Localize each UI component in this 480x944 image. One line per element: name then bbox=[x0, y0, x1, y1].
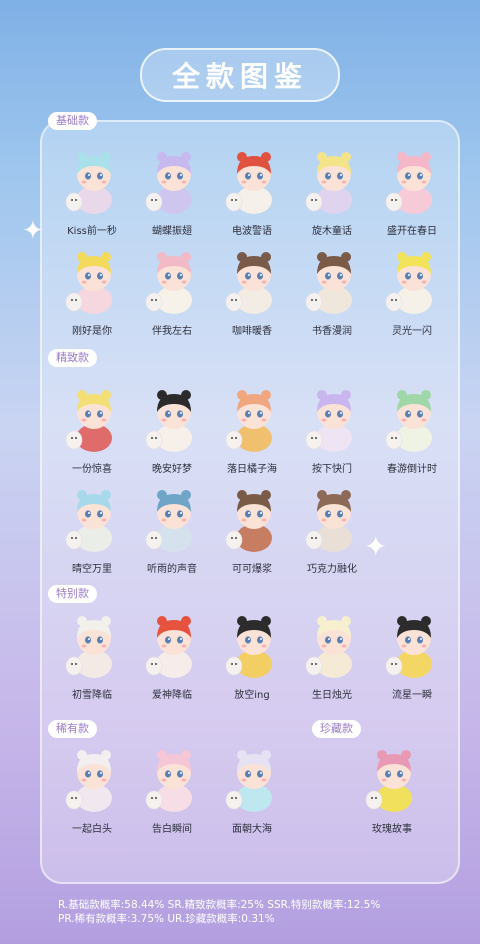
sparkle-icon: ✦ bbox=[22, 216, 44, 246]
figure-image bbox=[305, 616, 352, 678]
figure-name: 书香漫润 bbox=[312, 326, 352, 337]
figure-name: 玫瑰故事 bbox=[372, 824, 412, 835]
figure-card: 告白瞬间 bbox=[132, 742, 212, 842]
section-tag-basic: 基础款 bbox=[48, 112, 97, 130]
figure-image bbox=[65, 616, 112, 678]
figure-name: 落日橘子海 bbox=[227, 464, 277, 475]
figure-image bbox=[145, 152, 192, 214]
figure-card: 可可爆浆 bbox=[212, 482, 292, 582]
figure-card: 书香漫润 bbox=[292, 244, 372, 344]
figure-name: 告白瞬间 bbox=[152, 824, 192, 835]
figure-card: 流星一瞬 bbox=[372, 608, 452, 708]
figure-name: 一份惊喜 bbox=[72, 464, 112, 475]
figure-image bbox=[145, 750, 192, 812]
figure-image bbox=[305, 490, 352, 552]
figure-card: 晴空万里 bbox=[52, 482, 132, 582]
figure-image bbox=[225, 152, 272, 214]
figure-image bbox=[145, 390, 192, 452]
figure-name: 咖啡暖香 bbox=[232, 326, 272, 337]
section-tag-treasure: 珍藏款 bbox=[312, 720, 361, 738]
figure-card: 面朝大海 bbox=[212, 742, 292, 842]
probability-line: PR.稀有款概率:3.75% UR.珍藏款概率:0.31% bbox=[58, 913, 275, 925]
figure-name: 灵光一闪 bbox=[392, 326, 432, 337]
probability-info: R.基础款概率:58.44% SR.精致款概率:25% SSR.特别款概率:12… bbox=[58, 898, 478, 926]
figure-image bbox=[225, 616, 272, 678]
figure-card: 咖啡暖香 bbox=[212, 244, 292, 344]
figure-card: 初雪降临 bbox=[52, 608, 132, 708]
figure-card: 落日橘子海 bbox=[212, 382, 292, 482]
figure-name: 蝴蝶振翅 bbox=[152, 226, 192, 237]
section-tag-rare: 稀有款 bbox=[48, 720, 97, 738]
probability-line: R.基础款概率:58.44% SR.精致款概率:25% SSR.特别款概率:12… bbox=[58, 899, 381, 911]
figure-card: 巧克力融化 bbox=[292, 482, 372, 582]
figure-name: 晴空万里 bbox=[72, 564, 112, 575]
figure-name: 生日烛光 bbox=[312, 690, 352, 701]
figure-name: 电波警语 bbox=[232, 226, 272, 237]
figure-image bbox=[385, 252, 432, 314]
figure-card: 刚好是你 bbox=[52, 244, 132, 344]
figure-card: 一份惊喜 bbox=[52, 382, 132, 482]
figure-name: 巧克力融化 bbox=[307, 564, 357, 575]
page-title: 全款图鉴 bbox=[140, 48, 340, 102]
figure-image bbox=[225, 750, 272, 812]
figure-image bbox=[305, 152, 352, 214]
figure-image bbox=[385, 390, 432, 452]
figure-image bbox=[305, 252, 352, 314]
figure-image bbox=[65, 152, 112, 214]
figure-card: 生日烛光 bbox=[292, 608, 372, 708]
figure-card: Kiss前一秒 bbox=[52, 144, 132, 244]
figure-card: 玫瑰故事 bbox=[352, 742, 432, 842]
figure-image bbox=[225, 252, 272, 314]
figure-card: 听雨的声音 bbox=[132, 482, 212, 582]
figure-image bbox=[225, 490, 272, 552]
figure-image bbox=[65, 390, 112, 452]
figure-card: 伴我左右 bbox=[132, 244, 212, 344]
figure-image bbox=[145, 490, 192, 552]
figure-image bbox=[65, 750, 112, 812]
figure-card: 蝴蝶振翅 bbox=[132, 144, 212, 244]
figure-image bbox=[145, 616, 192, 678]
figure-image bbox=[145, 252, 192, 314]
figure-name: 面朝大海 bbox=[232, 824, 272, 835]
figure-image bbox=[305, 390, 352, 452]
figure-image bbox=[385, 616, 432, 678]
figure-name: 爱神降临 bbox=[152, 690, 192, 701]
section-tag-fine: 精致款 bbox=[48, 349, 97, 367]
figure-name: 春游倒计时 bbox=[387, 464, 437, 475]
figure-name: 刚好是你 bbox=[72, 326, 112, 337]
figure-card: 爱神降临 bbox=[132, 608, 212, 708]
figure-name: 可可爆浆 bbox=[232, 564, 272, 575]
figure-name: 旋木童话 bbox=[312, 226, 352, 237]
figure-name: 初雪降临 bbox=[72, 690, 112, 701]
section-tag-special: 特别款 bbox=[48, 585, 97, 603]
figure-name: 晚安好梦 bbox=[152, 464, 192, 475]
figure-card: 旋木童话 bbox=[292, 144, 372, 244]
figure-card: 电波警语 bbox=[212, 144, 292, 244]
figure-name: Kiss前一秒 bbox=[67, 226, 117, 237]
figure-image bbox=[225, 390, 272, 452]
figure-image bbox=[385, 152, 432, 214]
figure-name: 盛开在春日 bbox=[387, 226, 437, 237]
figure-card: 晚安好梦 bbox=[132, 382, 212, 482]
figure-name: 伴我左右 bbox=[152, 326, 192, 337]
figure-image bbox=[65, 490, 112, 552]
figure-name: 流星一瞬 bbox=[392, 690, 432, 701]
figure-image bbox=[65, 252, 112, 314]
figure-card: 春游倒计时 bbox=[372, 382, 452, 482]
figure-name: 听雨的声音 bbox=[147, 564, 197, 575]
figure-card: 放空ing bbox=[212, 608, 292, 708]
figure-name: 放空ing bbox=[234, 690, 270, 701]
figure-card: 盛开在春日 bbox=[372, 144, 452, 244]
figure-card: 一起白头 bbox=[52, 742, 132, 842]
figure-card: 按下快门 bbox=[292, 382, 372, 482]
figure-name: 按下快门 bbox=[312, 464, 352, 475]
figure-card: 灵光一闪 bbox=[372, 244, 452, 344]
figure-image bbox=[365, 750, 412, 812]
figure-name: 一起白头 bbox=[72, 824, 112, 835]
